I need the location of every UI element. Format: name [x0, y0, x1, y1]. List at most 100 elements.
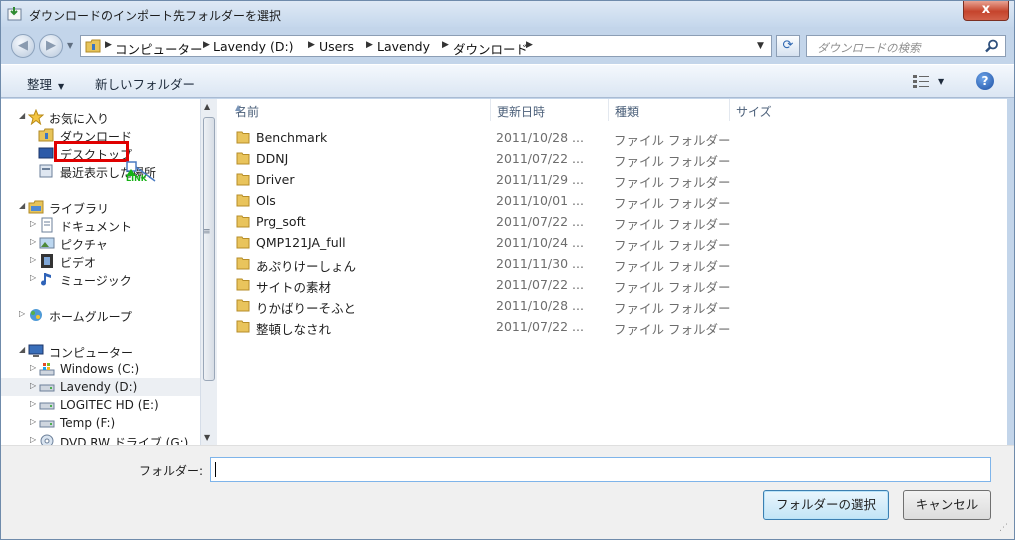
tree-homegroup[interactable]: ▷ ホームグループ [1, 306, 200, 324]
crumb-separator-icon[interactable]: ▶ [366, 40, 373, 50]
tree-drive-d[interactable]: ▷ Lavendy (D:) [1, 378, 200, 396]
crumb-downloads[interactable]: ダウンロード [453, 39, 528, 58]
file-modified: 2011/10/24 ... [496, 235, 584, 250]
tree-libraries[interactable]: ◢ ライブラリ [1, 198, 200, 216]
file-modified: 2011/10/28 ... [496, 130, 584, 145]
tree-favorites[interactable]: ◢ お気に入り [1, 108, 200, 126]
column-header-modified[interactable]: 更新日時 [491, 99, 609, 121]
view-dropdown[interactable]: ▼ [938, 77, 944, 86]
file-row[interactable]: あぷりけーしょん 2011/11/30 ... ファイル フォルダー [217, 253, 1007, 274]
organize-button[interactable]: 整理 ▼ [27, 74, 64, 93]
tree-lib-pictures[interactable]: ▷ ピクチャ [1, 234, 200, 252]
collapsed-arrow-icon[interactable]: ▷ [30, 381, 36, 390]
crumb-separator-icon[interactable]: ▶ [526, 40, 533, 50]
file-row[interactable]: りかばりーそふと 2011/10/28 ... ファイル フォルダー [217, 295, 1007, 316]
crumb-separator-icon[interactable]: ▶ [105, 40, 112, 50]
text-caret [215, 462, 216, 477]
cancel-button[interactable]: キャンセル [903, 490, 991, 520]
scroll-up-icon[interactable]: ▲ [204, 102, 210, 111]
file-name: 整頓しなされ [256, 322, 332, 337]
scroll-thumb[interactable] [203, 117, 215, 381]
expanded-arrow-icon[interactable]: ◢ [19, 201, 25, 210]
address-bar[interactable]: ▶ コンピューター ▶ Lavendy (D:) ▶ Users ▶ Laven… [80, 35, 772, 57]
tree-drive-g[interactable]: ▷ DVD RW ドライブ (G:) [1, 432, 200, 445]
search-icon[interactable] [985, 39, 999, 53]
folder-icon [236, 131, 250, 144]
expanded-arrow-icon[interactable]: ◢ [19, 345, 25, 354]
scroll-down-icon[interactable]: ▼ [204, 433, 210, 442]
collapsed-arrow-icon[interactable]: ▷ [19, 309, 25, 318]
collapsed-arrow-icon[interactable]: ▷ [30, 219, 36, 228]
column-header-size[interactable]: サイズ [730, 99, 818, 121]
crumb-lavendy[interactable]: Lavendy [377, 39, 430, 54]
file-row[interactable]: サイトの素材 2011/07/22 ... ファイル フォルダー [217, 274, 1007, 295]
folder-icon [236, 278, 250, 291]
file-modified: 2011/11/30 ... [496, 256, 584, 271]
crumb-separator-icon[interactable]: ▶ [442, 40, 449, 50]
crumb-drive-d[interactable]: Lavendy (D:) [213, 39, 294, 54]
view-options-icon[interactable] [913, 74, 929, 88]
collapsed-arrow-icon[interactable]: ▷ [30, 363, 36, 372]
file-type: ファイル フォルダー [614, 133, 731, 148]
crumb-separator-icon[interactable]: ▶ [203, 40, 210, 50]
recent-pages-dropdown[interactable]: ▼ [67, 41, 73, 50]
tree-drive-f[interactable]: ▷ Temp (F:) [1, 414, 200, 432]
collapsed-arrow-icon[interactable]: ▷ [30, 255, 36, 264]
tree-lib-music[interactable]: ▷ ミュージック [1, 270, 200, 288]
file-modified: 2011/07/22 ... [496, 214, 584, 229]
file-row[interactable]: Benchmark 2011/10/28 ... ファイル フォルダー [217, 127, 1007, 148]
column-type-label: 種類 [615, 105, 640, 119]
folder-icon [236, 194, 250, 207]
tree-computer[interactable]: ◢ コンピューター [1, 342, 200, 360]
column-header-type[interactable]: 種類 [609, 99, 730, 121]
collapsed-arrow-icon[interactable]: ▷ [30, 399, 36, 408]
tree-label: ホームグループ [49, 310, 132, 324]
close-button[interactable]: x [963, 1, 1009, 21]
file-name: Driver [256, 172, 295, 187]
file-type: ファイル フォルダー [614, 217, 731, 232]
help-icon[interactable]: ? [976, 72, 994, 90]
collapsed-arrow-icon[interactable]: ▷ [30, 417, 36, 426]
refresh-button[interactable]: ⟳ [776, 35, 800, 57]
crumb-separator-icon[interactable]: ▶ [308, 40, 315, 50]
file-row[interactable]: DDNJ 2011/07/22 ... ファイル フォルダー [217, 148, 1007, 169]
file-row[interactable]: Driver 2011/11/29 ... ファイル フォルダー [217, 169, 1007, 190]
tree-lib-videos[interactable]: ▷ ビデオ [1, 252, 200, 270]
tree-label: DVD RW ドライブ (G:) [60, 436, 189, 445]
column-header-name[interactable]: 名前 ▲ [229, 99, 491, 121]
scroll-grip-icon: ≡ [203, 227, 211, 237]
folder-input[interactable] [210, 457, 991, 482]
select-folder-button[interactable]: フォルダーの選択 [763, 490, 889, 520]
file-row[interactable]: 整頓しなされ 2011/07/22 ... ファイル フォルダー [217, 316, 1007, 337]
windows-drive-icon [39, 361, 55, 377]
nav-scrollbar[interactable]: ▲ ≡ ▼ [200, 99, 217, 445]
tree-drive-c[interactable]: ▷ Windows (C:) [1, 360, 200, 378]
tree-label: Lavendy (D:) [60, 380, 138, 394]
tree-fav-recent[interactable]: 最近表示した場所 [1, 162, 200, 180]
computer-icon [28, 343, 44, 359]
file-name: サイトの素材 [256, 280, 332, 295]
file-name: Ols [256, 193, 276, 208]
collapsed-arrow-icon[interactable]: ▷ [30, 273, 36, 282]
tree-drive-e[interactable]: ▷ LOGITEC HD (E:) [1, 396, 200, 414]
back-button[interactable]: ◀ [11, 34, 35, 58]
file-row[interactable]: Prg_soft 2011/07/22 ... ファイル フォルダー [217, 211, 1007, 232]
tree-lib-documents[interactable]: ▷ ドキュメント [1, 216, 200, 234]
window-title: ダウンロードのインポート先フォルダーを選択 [29, 9, 282, 23]
resize-grip-icon[interactable]: ⋰ [999, 523, 1008, 533]
file-type: ファイル フォルダー [614, 301, 731, 316]
new-folder-button[interactable]: 新しいフォルダー [95, 74, 195, 93]
expanded-arrow-icon[interactable]: ◢ [19, 111, 25, 120]
crumb-computer[interactable]: コンピューター [115, 39, 203, 58]
collapsed-arrow-icon[interactable]: ▷ [30, 435, 36, 444]
file-row[interactable]: Ols 2011/10/01 ... ファイル フォルダー [217, 190, 1007, 211]
crumb-users[interactable]: Users [319, 39, 354, 54]
desktop-icon [38, 145, 54, 161]
forward-button[interactable]: ▶ [39, 34, 63, 58]
search-input[interactable]: ダウンロードの検索 [806, 35, 1006, 57]
file-row[interactable]: QMP121JA_full 2011/10/24 ... ファイル フォルダー [217, 232, 1007, 253]
file-name: QMP121JA_full [256, 235, 346, 250]
collapsed-arrow-icon[interactable]: ▷ [30, 237, 36, 246]
address-history-dropdown[interactable]: ▼ [757, 41, 764, 51]
hard-drive-icon [39, 415, 55, 431]
